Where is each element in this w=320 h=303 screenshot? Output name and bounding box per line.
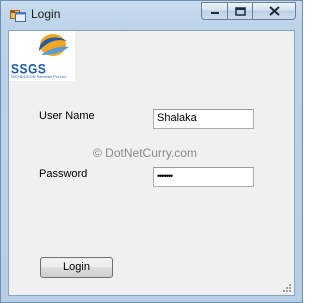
company-logo: SSGS TECHDUCON Services Pvt.Ltd.	[9, 31, 75, 81]
windows-forms-app-icon	[10, 10, 26, 22]
close-button[interactable]	[252, 2, 296, 20]
maximize-button[interactable]	[227, 2, 252, 20]
close-icon	[268, 6, 280, 16]
caption-buttons	[201, 2, 296, 20]
minimize-button[interactable]	[201, 2, 227, 20]
password-field[interactable]: •••••••	[153, 167, 254, 187]
logo-tagline: TECHDUCON Services Pvt.Ltd.	[10, 74, 67, 79]
minimize-icon	[210, 12, 219, 14]
username-label: User Name	[39, 110, 95, 122]
login-button[interactable]: Login	[40, 257, 113, 278]
window-title: Login	[31, 7, 61, 21]
swoosh-logo-icon	[39, 34, 69, 56]
maximize-icon	[234, 6, 246, 16]
username-field[interactable]: Shalaka	[153, 109, 254, 129]
password-label: Password	[39, 168, 88, 180]
login-window: Login SSGS TECHDUCON Services Pvt.Ltd. U…	[0, 0, 303, 303]
watermark-text: © DotNetCurry.com	[93, 146, 197, 160]
title-bar[interactable]: Login	[1, 1, 302, 29]
form-client-area: SSGS TECHDUCON Services Pvt.Ltd. User Na…	[8, 30, 295, 296]
resize-grip-icon[interactable]	[282, 283, 292, 293]
